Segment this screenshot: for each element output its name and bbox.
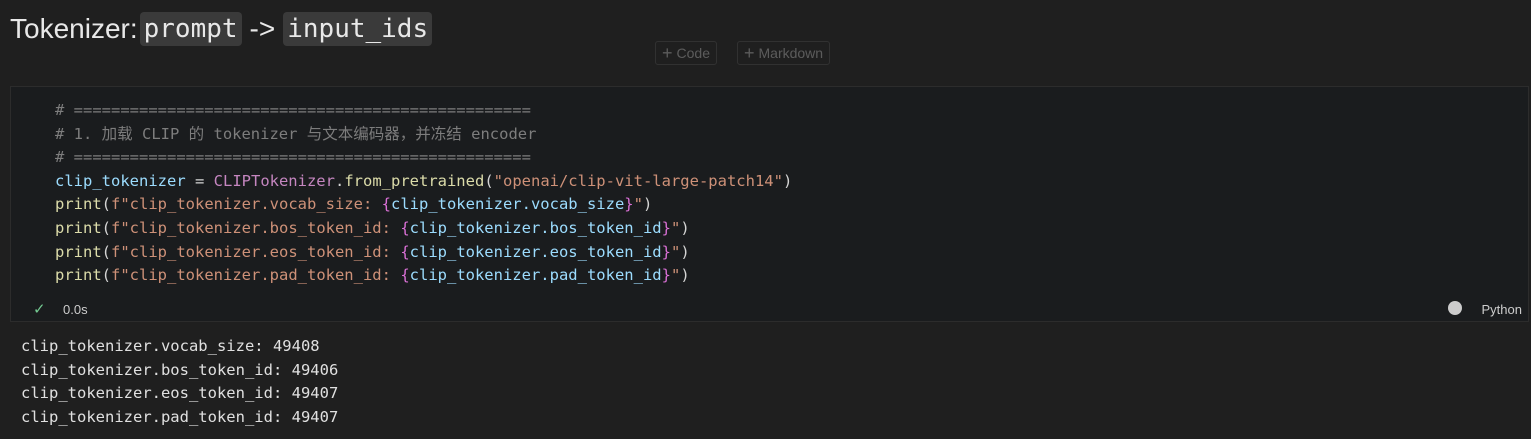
code-token: } (624, 195, 634, 214)
code-token: ) (680, 242, 690, 261)
heading-prefix: Tokenizer: (10, 13, 138, 44)
code-token: f"clip_tokenizer.bos_token_id: (111, 218, 401, 237)
code-token: "openai/clip-vit-large-patch14" (493, 171, 783, 190)
output-line: clip_tokenizer.vocab_size: 49408 (21, 337, 320, 355)
code-token: ( (101, 266, 112, 285)
code-token: " (633, 195, 643, 214)
add-code-label: Code (676, 45, 710, 61)
code-token: clip_tokenizer.pad_token_id (409, 266, 662, 285)
code-token: # ======================================… (55, 148, 531, 167)
code-token: } (661, 242, 671, 261)
output-line: clip_tokenizer.eos_token_id: 49407 (21, 384, 339, 403)
code-cell[interactable]: # ======================================… (10, 86, 1529, 322)
code-token: clip_tokenizer.vocab_size (390, 195, 625, 214)
code-line: print(f"clip_tokenizer.bos_token_id: {cl… (55, 217, 792, 241)
execution-time: 0.0s (63, 302, 88, 317)
code-line: print(f"clip_tokenizer.pad_token_id: {cl… (55, 264, 792, 288)
code-line: # ======================================… (55, 99, 792, 123)
code-line: # ======================================… (55, 146, 792, 170)
output-line: clip_tokenizer.pad_token_id: 49407 (21, 407, 339, 426)
code-token: print (55, 242, 102, 261)
check-icon: ✓ (33, 301, 46, 318)
code-token: f"clip_tokenizer.eos_token_id: (111, 242, 401, 261)
code-token: clip_tokenizer.eos_token_id (409, 242, 662, 261)
code-token: } (661, 218, 671, 237)
code-token: { (381, 195, 391, 214)
code-line: clip_tokenizer = CLIPTokenizer.from_pret… (55, 170, 792, 194)
add-code-cell-button[interactable]: + Code (655, 41, 717, 65)
code-line: print(f"clip_tokenizer.vocab_size: {clip… (55, 193, 792, 217)
code-token: clip_tokenizer (55, 171, 186, 190)
code-token: " (670, 218, 681, 237)
code-token: ) (642, 195, 653, 214)
code-token: f"clip_tokenizer.vocab_size: (111, 195, 382, 214)
code-token: ) (782, 171, 793, 190)
code-token: = (185, 171, 214, 190)
code-line: # 1. 加载 CLIP 的 tokenizer 与文本编码器，并冻结 enco… (55, 123, 792, 147)
code-token: from_pretrained (344, 171, 485, 190)
code-token: print (55, 266, 102, 285)
code-token: CLIPTokenizer (213, 171, 335, 190)
code-token: ( (101, 195, 112, 214)
code-token: " (670, 266, 681, 285)
insert-cell-toolbar: + Code + Markdown (655, 41, 831, 65)
code-token: ) (680, 218, 690, 237)
notebook-page: Tokenizer: prompt -> input_ids + Code + … (0, 0, 1531, 439)
heading-code-prompt: prompt (139, 12, 242, 46)
add-markdown-cell-button[interactable]: + Markdown (736, 41, 831, 65)
code-line: print(f"clip_tokenizer.eos_token_id: {cl… (55, 241, 792, 265)
code-token: # 1. 加载 CLIP 的 tokenizer 与文本编码器，并冻结 enco… (55, 124, 537, 143)
code-token: print (55, 195, 102, 214)
plus-icon: + (662, 43, 673, 63)
markdown-heading: Tokenizer: prompt -> input_ids (10, 8, 434, 50)
code-token: f"clip_tokenizer.pad_token_id: (111, 266, 401, 285)
code-token: ( (101, 242, 112, 261)
cell-output: clip_tokenizer.vocab_size: 49408 clip_tok… (21, 335, 338, 429)
code-token: . (334, 171, 345, 190)
cell-status-bar: ✓ 0.0s Python (11, 297, 1528, 321)
code-token: } (661, 266, 671, 285)
kernel-icon[interactable] (1448, 301, 1462, 315)
kernel-label[interactable]: Python (1482, 302, 1522, 317)
code-token: # ======================================… (55, 101, 531, 119)
code-editor[interactable]: # ======================================… (55, 99, 792, 288)
code-token: ( (484, 171, 494, 190)
heading-arrow: -> (249, 13, 276, 44)
code-token: { (400, 242, 410, 261)
add-markdown-label: Markdown (758, 45, 824, 61)
code-token: ) (680, 266, 690, 285)
output-line: clip_tokenizer.bos_token_id: 49406 (21, 360, 339, 379)
code-token: " (670, 242, 681, 261)
code-token: { (400, 218, 410, 237)
code-token: clip_tokenizer.bos_token_id (409, 218, 662, 237)
code-token: ( (101, 218, 112, 237)
code-token: print (55, 218, 102, 237)
code-token: { (400, 266, 410, 285)
heading-code-input-ids: input_ids (283, 12, 433, 46)
plus-icon: + (743, 43, 755, 63)
